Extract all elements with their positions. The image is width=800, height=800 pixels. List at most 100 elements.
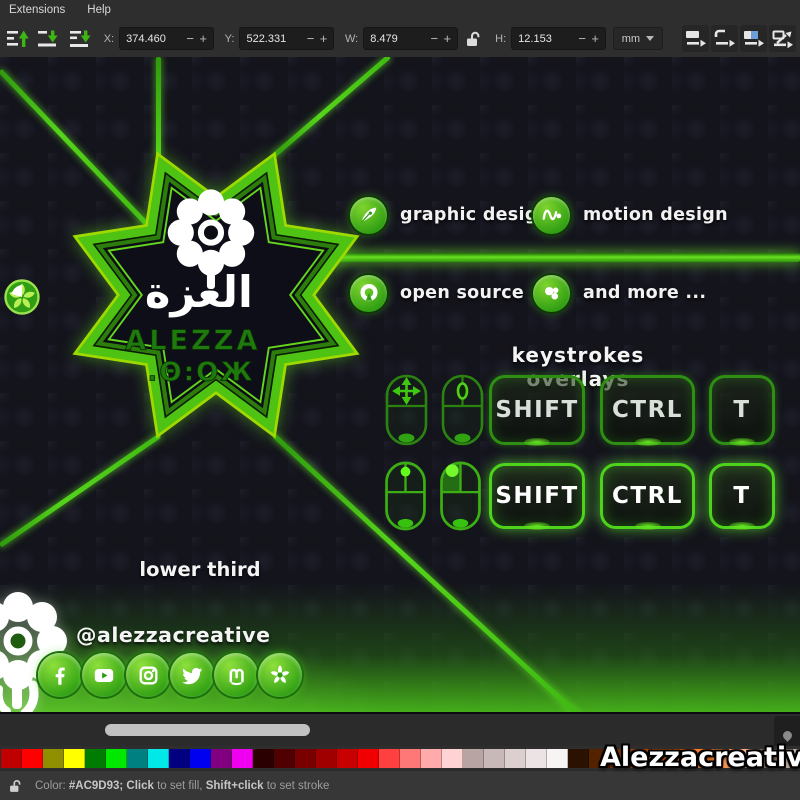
mouse-left-click-icon[interactable] — [438, 460, 483, 532]
palette-swatch[interactable] — [253, 749, 274, 768]
h-field[interactable]: 12.153 − + — [511, 27, 606, 50]
shutter-badge-icon[interactable] — [4, 279, 40, 315]
status-stroke-text: to set stroke — [264, 780, 330, 792]
move-gradients-toggle[interactable] — [740, 25, 767, 52]
mouse-move-icon[interactable] — [384, 373, 429, 447]
unit-dropdown[interactable]: mm — [613, 27, 663, 50]
lower-button[interactable] — [66, 25, 92, 52]
lower-third-title: lower third — [130, 558, 270, 581]
y-field[interactable]: 522.331 − + — [239, 27, 334, 50]
status-color-label: Color: — [35, 780, 69, 792]
palette-swatch[interactable] — [127, 749, 148, 768]
scale-corners-icon — [714, 29, 736, 49]
palette-swatch[interactable] — [505, 749, 526, 768]
y-label: Y: — [225, 33, 235, 45]
unit-value: mm — [622, 33, 640, 45]
lock-icon[interactable] — [8, 778, 23, 794]
raise-button[interactable] — [35, 25, 61, 52]
raise-to-top-button[interactable] — [4, 25, 30, 52]
key-t-active[interactable]: T — [709, 463, 775, 529]
quick-zoom-icon — [781, 729, 794, 742]
badge-graphic-design[interactable]: graphic design — [350, 196, 550, 234]
selector-toolbar: X: 374.460 − + Y: 522.331 − + W: 8.479 −… — [0, 20, 800, 58]
key-label: T — [733, 483, 750, 509]
palette-swatch[interactable] — [232, 749, 253, 768]
open-padlock-icon — [464, 30, 482, 48]
palette-swatch[interactable] — [547, 749, 568, 768]
key-shift-active[interactable]: SHIFT — [489, 463, 585, 529]
scale-stroke-toggle[interactable] — [682, 25, 709, 52]
palette-swatch[interactable] — [148, 749, 169, 768]
instagram-icon[interactable] — [126, 653, 170, 697]
x-plus-button[interactable]: + — [197, 31, 210, 46]
menu-extensions[interactable]: Extensions — [9, 4, 65, 16]
watermark: Alezzacreative — [600, 742, 800, 773]
palette-swatch[interactable] — [568, 749, 589, 768]
badge-and-more[interactable]: and more ... — [533, 274, 706, 312]
palette-swatch[interactable] — [169, 749, 190, 768]
badge-label: motion design — [583, 205, 728, 225]
mouse-scroll-icon[interactable] — [440, 373, 485, 447]
mouse-wheel-click-icon[interactable] — [383, 460, 428, 532]
w-label: W: — [345, 33, 358, 45]
key-label: T — [733, 397, 750, 423]
palette-swatch[interactable] — [526, 749, 547, 768]
twitter-icon[interactable] — [170, 653, 214, 697]
badge-motion-design[interactable]: motion design — [533, 196, 728, 234]
palette-swatch[interactable] — [106, 749, 127, 768]
w-value[interactable]: 8.479 — [370, 33, 428, 45]
h-plus-button[interactable]: + — [589, 31, 602, 46]
y-value[interactable]: 522.331 — [246, 33, 304, 45]
key-t[interactable]: T — [709, 375, 775, 445]
key-ctrl-active[interactable]: CTRL — [600, 463, 695, 529]
x-field[interactable]: 374.460 − + — [119, 27, 214, 50]
move-patterns-toggle[interactable] — [769, 25, 796, 52]
neon-ray-horizontal[interactable] — [330, 253, 800, 262]
palette-swatch[interactable] — [316, 749, 337, 768]
h-scrollbar-thumb[interactable] — [105, 724, 310, 736]
lower-icon — [68, 27, 92, 51]
palette-swatch[interactable] — [358, 749, 379, 768]
badge-open-source[interactable]: open source — [350, 274, 524, 312]
palette-swatch[interactable] — [190, 749, 211, 768]
w-minus-button[interactable]: − — [428, 31, 441, 46]
w-field[interactable]: 8.479 − + — [363, 27, 458, 50]
palette-swatch[interactable] — [295, 749, 316, 768]
h-value[interactable]: 12.153 — [518, 33, 576, 45]
palette-swatch[interactable] — [337, 749, 358, 768]
x-value[interactable]: 374.460 — [126, 33, 184, 45]
palette-swatch[interactable] — [64, 749, 85, 768]
drawing-canvas[interactable]: العزة ALEZZA .Θ:ΟЖ — [0, 57, 800, 714]
palette-swatch[interactable] — [442, 749, 463, 768]
menu-help[interactable]: Help — [87, 4, 111, 16]
x-label: X: — [104, 33, 114, 45]
key-label: SHIFT — [495, 483, 578, 509]
palette-swatch[interactable] — [463, 749, 484, 768]
y-plus-button[interactable]: + — [317, 31, 330, 46]
mastodon-icon[interactable] — [214, 653, 258, 697]
palette-swatch[interactable] — [22, 749, 43, 768]
facebook-icon[interactable] — [38, 653, 82, 697]
palette-swatch[interactable] — [211, 749, 232, 768]
palette-swatch[interactable] — [43, 749, 64, 768]
youtube-icon[interactable] — [82, 653, 126, 697]
palette-swatch[interactable] — [1, 749, 22, 768]
w-plus-button[interactable]: + — [441, 31, 454, 46]
palette-swatch[interactable] — [274, 749, 295, 768]
key-ctrl[interactable]: CTRL — [600, 375, 695, 445]
palette-swatch[interactable] — [421, 749, 442, 768]
y-minus-button[interactable]: − — [304, 31, 317, 46]
key-shift[interactable]: SHIFT — [489, 375, 585, 445]
h-minus-button[interactable]: − — [576, 31, 589, 46]
status-color-value: #AC9D93; — [69, 780, 123, 792]
shutter-icon[interactable] — [258, 653, 302, 697]
lock-ratio-button[interactable] — [463, 25, 484, 52]
scale-corners-toggle[interactable] — [711, 25, 738, 52]
raise-to-top-icon — [5, 27, 29, 51]
palette-swatch[interactable] — [484, 749, 505, 768]
alezza-logo-star[interactable]: العزة ALEZZA .Θ:ΟЖ — [60, 135, 372, 455]
palette-swatch[interactable] — [85, 749, 106, 768]
palette-swatch[interactable] — [400, 749, 421, 768]
palette-swatch[interactable] — [379, 749, 400, 768]
x-minus-button[interactable]: − — [184, 31, 197, 46]
